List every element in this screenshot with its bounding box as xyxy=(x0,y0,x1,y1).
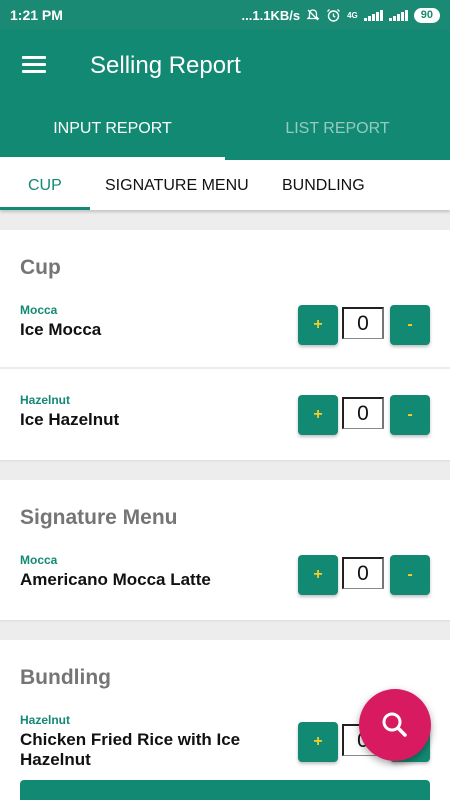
increment-button[interactable]: + xyxy=(298,395,338,435)
tab-list-report[interactable]: LIST REPORT xyxy=(225,120,450,138)
section-cup: Cup Mocca Ice Mocca + - Hazelnut Ice Haz… xyxy=(0,230,450,460)
section-signature-menu: Signature Menu Mocca Americano Mocca Lat… xyxy=(0,480,450,620)
item-divider xyxy=(0,367,450,369)
section-title: Bundling xyxy=(20,666,111,689)
item-category: Hazelnut xyxy=(20,713,71,727)
decrement-button[interactable]: - xyxy=(390,555,430,595)
alarm-clock-icon xyxy=(327,8,341,22)
quantity-input[interactable] xyxy=(342,307,384,339)
status-icons: ...1.1KB/s 4G 90 xyxy=(241,7,440,23)
increment-button[interactable]: + xyxy=(298,555,338,595)
increment-button[interactable]: + xyxy=(298,305,338,345)
section-title: Cup xyxy=(20,256,61,279)
network-speed: ...1.1KB/s xyxy=(241,7,301,23)
hamburger-menu-icon[interactable] xyxy=(22,54,48,76)
category-tabs: CUP SIGNATURE MENU BUNDLING xyxy=(0,160,450,210)
increment-button[interactable]: + xyxy=(298,722,338,762)
item-name: Chicken Fried Rice with Ice Hazelnut xyxy=(20,730,241,769)
item-name: Ice Mocca xyxy=(20,320,102,339)
item-category: Hazelnut xyxy=(20,393,71,407)
tab-bundling[interactable]: BUNDLING xyxy=(282,177,365,195)
submit-button[interactable] xyxy=(20,780,430,800)
category-tab-indicator xyxy=(0,207,90,210)
mute-bell-icon xyxy=(306,9,320,21)
item-category: Mocca xyxy=(20,553,58,567)
signal-strength-icon xyxy=(363,9,383,21)
decrement-button[interactable]: - xyxy=(390,395,430,435)
search-fab[interactable] xyxy=(359,689,431,761)
search-icon xyxy=(382,712,407,737)
status-time: 1:21 PM xyxy=(10,7,63,23)
page-title: Selling Report xyxy=(90,52,241,79)
battery-icon: 90 xyxy=(413,7,440,23)
decrement-button[interactable]: - xyxy=(390,305,430,345)
tab-cup[interactable]: CUP xyxy=(28,177,62,195)
tab-input-report[interactable]: INPUT REPORT xyxy=(0,120,225,138)
quantity-input[interactable] xyxy=(342,557,384,589)
item-name: Ice Hazelnut xyxy=(20,410,120,429)
status-bar: 1:21 PM ...1.1KB/s 4G 90 xyxy=(0,0,450,30)
app-bar: Selling Report INPUT REPORT LIST REPORT xyxy=(0,30,450,160)
item-name: Americano Mocca Latte xyxy=(20,570,211,589)
tab-signature-menu[interactable]: SIGNATURE MENU xyxy=(105,177,249,195)
quantity-input[interactable] xyxy=(342,397,384,429)
network-type: 4G xyxy=(347,10,358,20)
item-category: Mocca xyxy=(20,303,58,317)
section-title: Signature Menu xyxy=(20,506,178,529)
signal-strength-icon-2 xyxy=(388,9,408,21)
